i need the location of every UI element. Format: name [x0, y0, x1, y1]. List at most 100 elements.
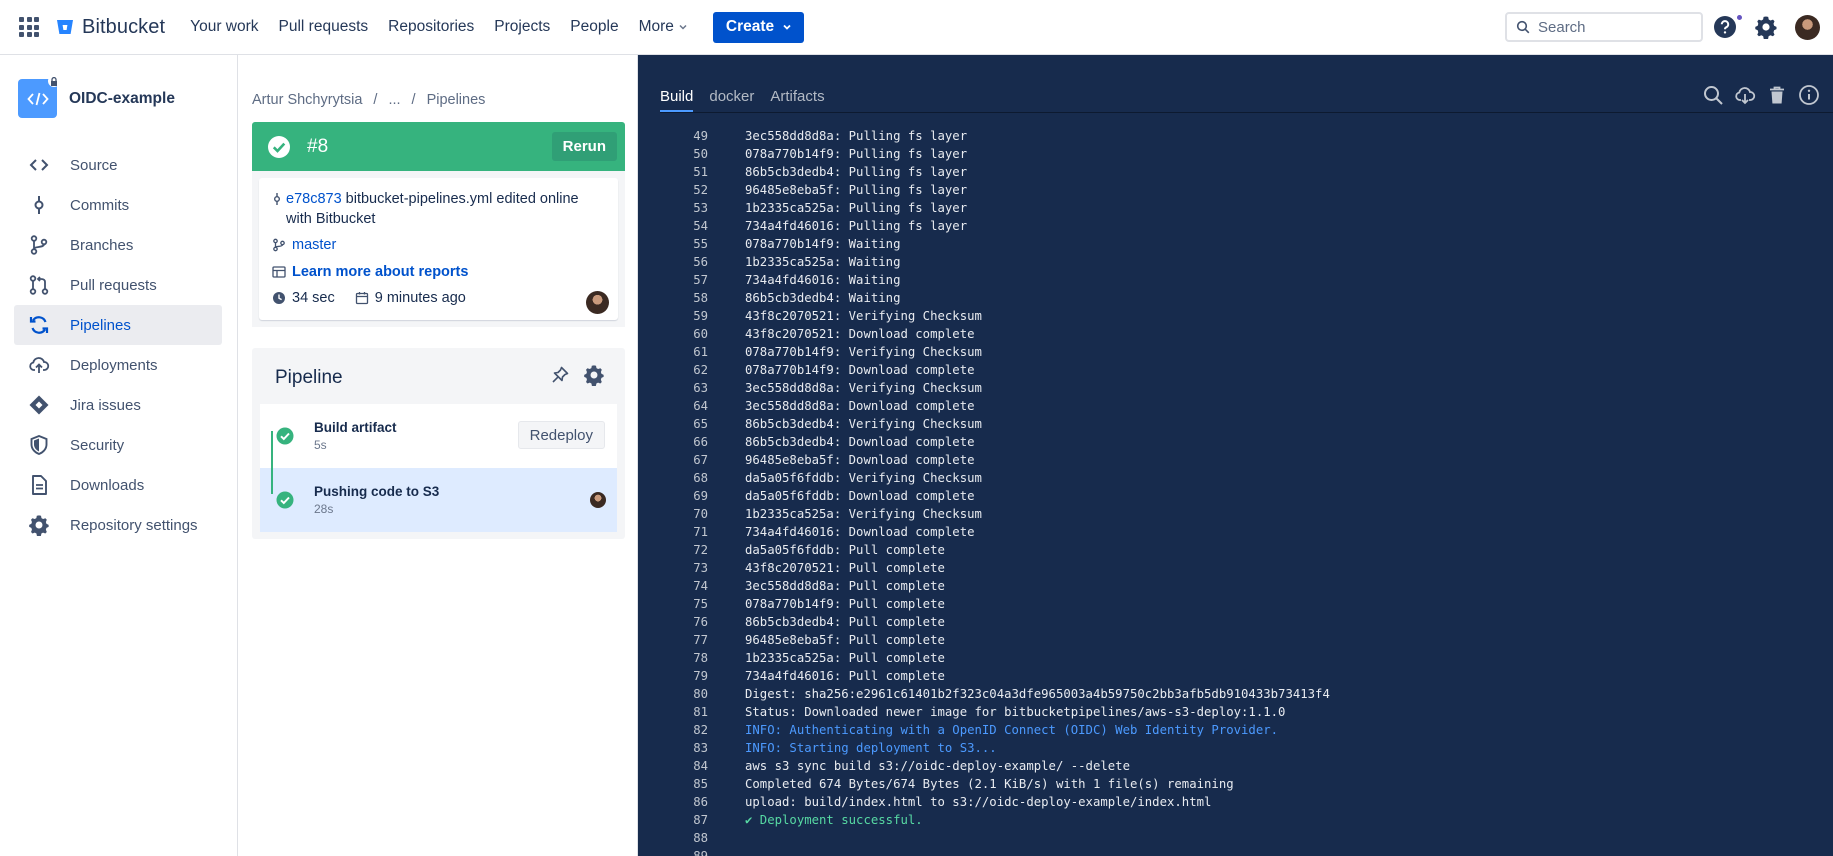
pipeline-settings-icon[interactable] — [583, 364, 605, 386]
sidebar-item-pull-requests[interactable]: Pull requests — [14, 265, 222, 305]
breadcrumb-owner[interactable]: Artur Shchyrytsia — [252, 92, 362, 108]
log-line-number: 54 — [693, 219, 708, 233]
pipeline-info-card: e78c873 bitbucket-pipelines.yml edited o… — [259, 178, 618, 320]
log-line-number: 83 — [693, 741, 708, 755]
learn-reports-link[interactable]: Learn more about reports — [292, 264, 468, 280]
log-line-text: 43f8c2070521: Download complete — [745, 327, 975, 341]
settings-gear-icon[interactable] — [1754, 15, 1778, 39]
pin-icon[interactable] — [550, 365, 570, 385]
search-box[interactable] — [1505, 12, 1703, 42]
sidebar-item-source[interactable]: Source — [14, 145, 222, 185]
log-line-number: 52 — [693, 183, 708, 197]
sidebar-item-jira-issues[interactable]: Jira issues — [14, 385, 222, 425]
repo-header[interactable]: OIDC-example — [18, 75, 175, 118]
sidebar-item-label: Source — [70, 156, 118, 174]
code-icon — [29, 159, 49, 171]
log-line-number: 68 — [693, 471, 708, 485]
search-icon[interactable] — [1702, 84, 1724, 106]
sidebar-item-security[interactable]: Security — [14, 425, 222, 465]
gear-icon — [29, 515, 49, 536]
pipeline-step[interactable]: Build artifact 5s Redeploy — [260, 404, 617, 468]
lock-icon — [48, 75, 60, 87]
search-icon — [1516, 20, 1530, 34]
sidebar-item-pipelines[interactable]: Pipelines — [14, 305, 222, 345]
create-button-label: Create — [725, 18, 775, 35]
brand-name: Bitbucket — [82, 15, 166, 38]
success-check-icon — [276, 491, 294, 509]
log-line: 62 078a770b14f9: Download complete — [660, 361, 1833, 379]
commit-hash-link[interactable]: e78c873 — [286, 191, 342, 207]
create-button[interactable]: Create — [712, 11, 805, 43]
search-input[interactable] — [1538, 18, 1688, 36]
log-line: 53 1b2335ca525a: Pulling fs layer — [660, 199, 1833, 217]
log-line-text: 86b5cb3dedb4: Download complete — [745, 435, 975, 449]
code-brackets-icon — [26, 92, 49, 105]
author-avatar[interactable] — [586, 291, 609, 314]
run-duration: 34 sec — [292, 290, 335, 306]
app-switcher-icon[interactable] — [19, 17, 39, 37]
download-icon[interactable] — [1734, 84, 1756, 106]
log-line: 68 da5a05f6fddb: Verifying Checksum — [660, 469, 1833, 487]
sidebar-item-label: Repository settings — [70, 516, 198, 534]
redeploy-button[interactable]: Redeploy — [517, 421, 605, 449]
tab-build[interactable]: Build — [660, 88, 694, 112]
step-connector — [271, 431, 273, 494]
log-line-text: aws s3 sync build s3://oidc-deploy-examp… — [745, 759, 1130, 773]
nav-pull-requests[interactable]: Pull requests — [269, 0, 379, 55]
sidebar-item-label: Pipelines — [70, 316, 131, 334]
log-line: 52 96485e8eba5f: Pulling fs layer — [660, 181, 1833, 199]
log-line-text: 3ec558dd8d8a: Download complete — [745, 399, 975, 413]
log-line: 87 ✔ Deployment successful. — [660, 811, 1833, 829]
sidebar-item-deployments[interactable]: Deployments — [14, 345, 222, 385]
pipeline-step-selected[interactable]: Pushing code to S3 28s — [260, 468, 617, 532]
breadcrumb-pipelines[interactable]: Pipelines — [427, 92, 486, 108]
pipeline-title: Pipeline — [275, 367, 343, 388]
log-line-number: 74 — [693, 579, 708, 593]
log-line-text: 86b5cb3dedb4: Pull complete — [745, 615, 945, 629]
sidebar-item-label: Commits — [70, 196, 130, 214]
log-line-text: 734a4fd46016: Pulling fs layer — [745, 219, 968, 233]
log-line-number: 77 — [693, 633, 708, 647]
sidebar-item-commits[interactable]: Commits — [14, 185, 222, 225]
bitbucket-logo[interactable]: Bitbucket — [56, 16, 165, 39]
tab-artifacts[interactable]: Artifacts — [770, 88, 824, 112]
log-line-text: 734a4fd46016: Waiting — [745, 273, 901, 287]
repo-avatar — [18, 75, 60, 118]
help-icon[interactable] — [1713, 15, 1737, 39]
info-icon[interactable] — [1798, 84, 1820, 106]
pull-request-icon — [29, 275, 49, 295]
rerun-button[interactable]: Rerun — [551, 132, 617, 161]
branch-row: master — [272, 237, 336, 253]
nav-repositories[interactable]: Repositories — [378, 0, 484, 55]
sidebar-item-repository-settings[interactable]: Repository settings — [14, 505, 222, 545]
log-line: 82 INFO: Authenticating with a OpenID Con… — [660, 721, 1833, 739]
shield-icon — [30, 434, 48, 456]
log-line-text: 3ec558dd8d8a: Pull complete — [745, 579, 945, 593]
log-line-text: 1b2335ca525a: Pull complete — [745, 651, 945, 665]
log-line: 64 3ec558dd8d8a: Download complete — [660, 397, 1833, 415]
tab-docker[interactable]: docker — [709, 88, 754, 112]
log-line: 49 3ec558dd8d8a: Pulling fs layer — [660, 127, 1833, 145]
log-line-text: 078a770b14f9: Pulling fs layer — [745, 147, 968, 161]
log-line-number: 79 — [693, 669, 708, 683]
log-line: 77 96485e8eba5f: Pull complete — [660, 631, 1833, 649]
nav-more[interactable]: More — [629, 0, 698, 55]
log-line-text: da5a05f6fddb: Pull complete — [745, 543, 945, 557]
log-toolbar — [1702, 84, 1830, 106]
log-line-number: 50 — [693, 147, 708, 161]
step-duration: 28s — [314, 502, 334, 516]
log-line-number: 65 — [693, 417, 708, 431]
breadcrumb-ellipsis[interactable]: ... — [388, 92, 400, 108]
nav-projects[interactable]: Projects — [484, 0, 560, 55]
nav-your-work[interactable]: Your work — [180, 0, 268, 55]
sidebar-item-branches[interactable]: Branches — [14, 225, 222, 265]
branch-icon — [30, 235, 48, 255]
log-line-number: 59 — [693, 309, 708, 323]
branch-link[interactable]: master — [292, 237, 336, 253]
nav-people[interactable]: People — [560, 0, 628, 55]
user-avatar[interactable] — [1795, 15, 1820, 40]
log-line-text: 734a4fd46016: Pull complete — [745, 669, 945, 683]
sidebar-item-downloads[interactable]: Downloads — [14, 465, 222, 505]
trash-icon[interactable] — [1766, 84, 1788, 106]
log-line: 55 078a770b14f9: Waiting — [660, 235, 1833, 253]
